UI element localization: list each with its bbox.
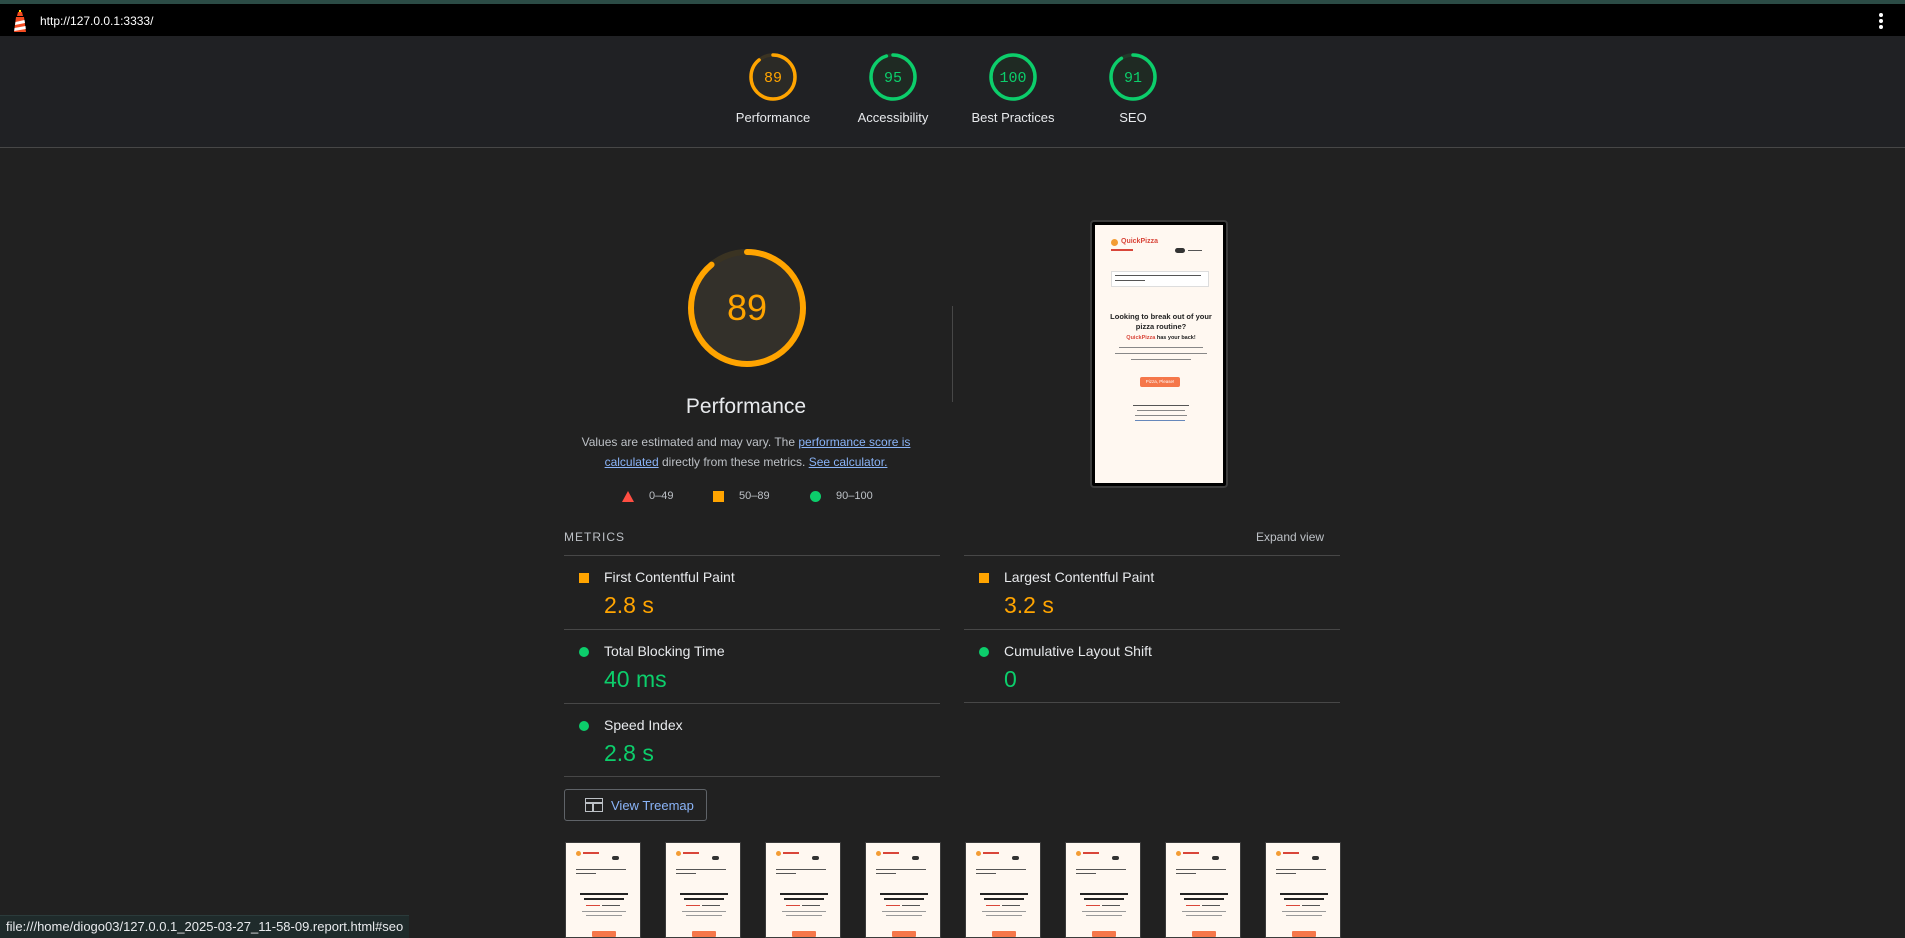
gauge-best-practices[interactable]: 100 Best Practices [953,52,1073,125]
screenshot-brand-inline: QuickPizza [1126,335,1156,341]
filmstrip-frame [1265,842,1341,938]
filmstrip-frame [965,842,1041,938]
metric-speed-index: Speed Index 2.8 s [564,703,940,777]
divider [952,306,953,402]
metric-value: 40 ms [604,666,667,692]
scores-header: 89 Performance 95 Accessibility 100 Best… [0,36,1905,148]
filmstrip-frame [765,842,841,938]
metric-total-blocking-time: Total Blocking Time 40 ms [564,629,940,703]
legend-pass-label: 90–100 [836,490,873,502]
screenshot-cta: Pizza, Please! [1140,377,1180,387]
gauge-performance[interactable]: 89 Performance [713,52,833,125]
pass-circle-icon [579,647,589,657]
svg-text:91: 91 [1124,70,1142,87]
legend-fail: 0–49 [622,490,673,502]
performance-gauge-large: 89 [688,249,806,367]
metric-value: 2.8 s [604,592,654,618]
gauge-best-practices-label: Best Practices [971,110,1055,125]
status-bar: file:///home/diogo03/127.0.0.1_2025-03-2… [0,915,410,938]
filmstrip [565,842,1341,938]
filmstrip-frame [565,842,641,938]
metric-cumulative-layout-shift: Cumulative Layout Shift 0 [964,629,1340,703]
filmstrip-frame [1065,842,1141,938]
gauge-seo-label: SEO [1119,110,1147,125]
square-icon [713,490,724,502]
lighthouse-icon [14,10,26,32]
average-square-icon [579,573,589,583]
gauge-best-practices-ring: 100 [989,53,1037,101]
gauge-accessibility[interactable]: 95 Accessibility [833,52,953,125]
screenshot-headline: Looking to break out of your pizza routi… [1110,312,1212,331]
metric-value: 3.2 s [1004,592,1054,618]
legend-pass: 90–100 [810,490,873,502]
gauge-performance-label: Performance [735,110,811,125]
description-text-middle: directly from these metrics. [658,455,809,469]
description-text: Values are estimated and may vary. The [581,435,799,449]
svg-text:89: 89 [727,287,767,328]
circle-icon [810,490,821,502]
svg-text:89: 89 [764,70,782,87]
gauge-seo[interactable]: 91 SEO [1073,52,1193,125]
metrics-heading: METRICS [564,530,625,544]
see-calculator-link[interactable]: See calculator. [809,455,888,469]
final-screenshot-content: QuickPizza Looking to break out of your … [1095,225,1223,483]
metric-value: 2.8 s [604,740,654,766]
final-screenshot[interactable]: QuickPizza Looking to break out of your … [1090,220,1228,488]
pass-circle-icon [579,721,589,731]
triangle-icon [622,490,634,502]
report-url: http://127.0.0.1:3333/ [40,14,154,28]
filmstrip-frame [665,842,741,938]
report-topbar: http://127.0.0.1:3333/ [0,4,1905,36]
metric-name: Total Blocking Time [604,643,725,659]
view-treemap-label: View Treemap [611,797,694,813]
screenshot-tagline: has your back! [1156,335,1196,341]
svg-text:95: 95 [884,70,902,87]
filmstrip-frame [865,842,941,938]
svg-text:100: 100 [999,70,1026,87]
metric-value: 0 [1004,666,1017,692]
legend-average-label: 50–89 [739,490,770,502]
filmstrip-frame [1165,842,1241,938]
legend-fail-label: 0–49 [649,490,674,502]
metric-name: Cumulative Layout Shift [1004,643,1152,659]
gauge-performance-ring: 89 [749,53,797,101]
legend-average: 50–89 [713,490,770,502]
performance-description: Values are estimated and may vary. The p… [573,432,919,472]
metric-name: Speed Index [604,717,683,733]
metric-largest-contentful-paint: Largest Contentful Paint 3.2 s [964,555,1340,629]
performance-title: Performance [685,395,807,418]
average-square-icon [979,573,989,583]
gauge-seo-ring: 91 [1109,53,1157,101]
view-treemap-button[interactable]: View Treemap [564,789,707,821]
metric-first-contentful-paint: First Contentful Paint 2.8 s [564,555,940,629]
gauge-accessibility-label: Accessibility [857,110,929,125]
metric-name: First Contentful Paint [604,569,735,585]
kebab-menu-icon[interactable] [1879,13,1883,29]
metric-name: Largest Contentful Paint [1004,569,1155,585]
pass-circle-icon [979,647,989,657]
treemap-icon [585,798,603,812]
expand-view-toggle[interactable]: Expand view [1256,530,1324,544]
gauge-accessibility-ring: 95 [869,53,917,101]
screenshot-brand: QuickPizza [1121,238,1158,245]
